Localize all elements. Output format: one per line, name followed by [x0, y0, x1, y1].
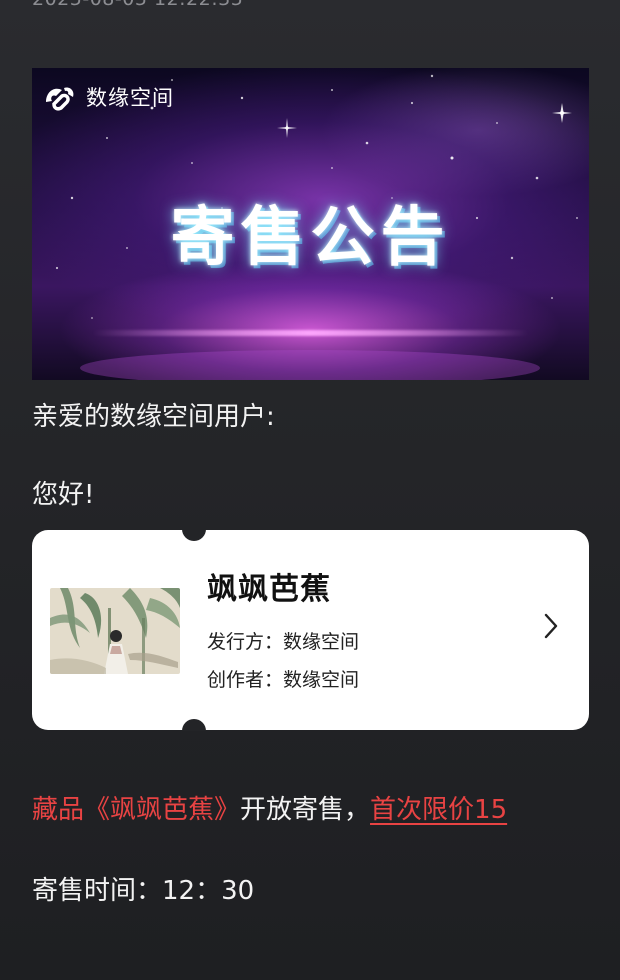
creator-value: 数缘空间 — [283, 669, 360, 691]
sale-time-value: 12：30 — [162, 876, 255, 906]
creator-row: 创作者：数缘空间 — [207, 665, 359, 692]
collection-thumbnail — [50, 588, 180, 674]
announcement-page: 2025-08-05 12:22:35 — [0, 0, 620, 980]
creator-label: 创作者： — [207, 669, 284, 691]
banner-glow-line — [92, 330, 529, 336]
banner-title: 寄售公告 — [170, 201, 451, 275]
banner-logo-text: 数缘空间 — [86, 86, 174, 110]
chevron-right-icon[interactable] — [543, 612, 559, 640]
issuer-row: 发行方：数缘空间 — [207, 627, 359, 654]
greeting-salutation: 亲爱的数缘空间用户: — [32, 402, 275, 432]
collection-card[interactable]: 飒飒芭蕉 发行方：数缘空间 创作者：数缘空间 — [32, 529, 589, 731]
timestamp: 2025-08-05 12:22:35 — [32, 0, 243, 10]
price-limit-link[interactable]: 首次限价15 — [370, 795, 507, 825]
greeting-hello: 您好! — [32, 480, 95, 510]
issuer-label: 发行方： — [207, 631, 284, 653]
sale-time: 寄售时间：12：30 — [32, 870, 254, 907]
card-notch-bottom — [182, 719, 206, 731]
banner-image: 数缘空间 寄售公告 — [32, 68, 589, 380]
card-notch-top — [182, 529, 206, 541]
issuer-value: 数缘空间 — [283, 631, 360, 653]
brand-logo-icon — [46, 87, 74, 111]
sale-open-text: 开放寄售， — [240, 795, 371, 825]
sale-time-label: 寄售时间： — [32, 876, 163, 906]
sale-announcement: 藏品《飒飒芭蕉》开放寄售，首次限价15 — [32, 789, 507, 826]
collection-title: 飒飒芭蕉 — [207, 572, 331, 607]
banana-painting-image — [50, 588, 180, 674]
sale-collection-name: 藏品《飒飒芭蕉》 — [32, 795, 241, 825]
banner-logo: 数缘空间 — [40, 80, 174, 114]
